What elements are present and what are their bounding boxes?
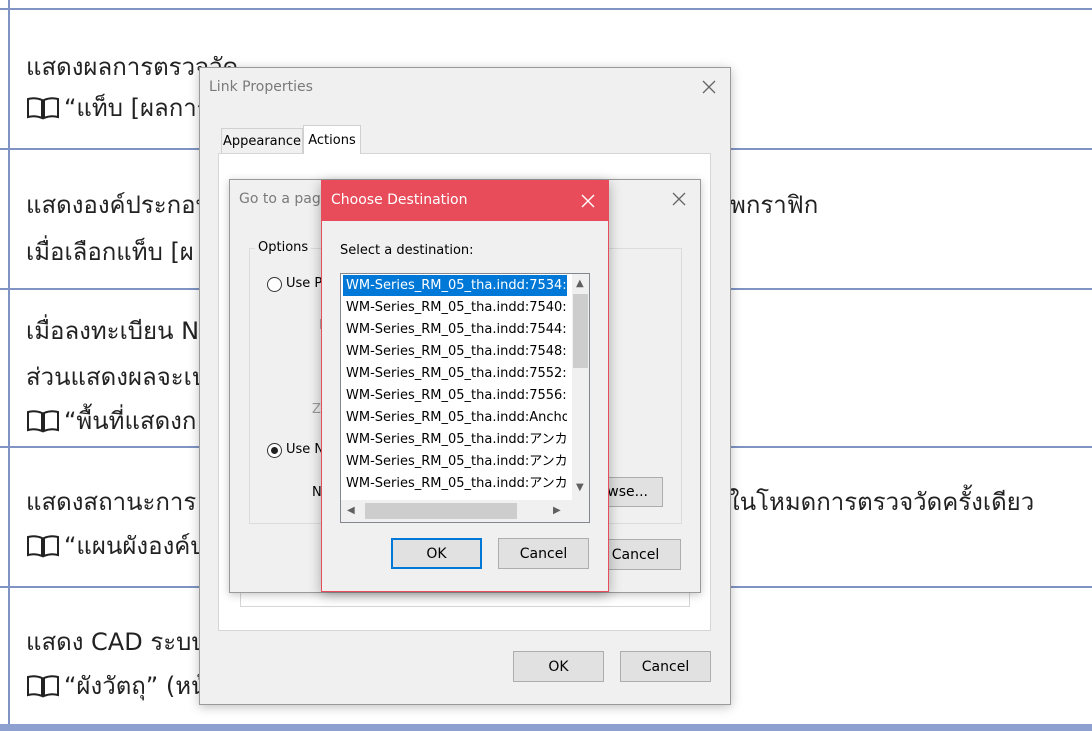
horizontal-scrollbar[interactable]: ◀ ▶ (341, 500, 589, 522)
doc-text-line: “แท็บ [ผลการ (26, 93, 210, 123)
dialog-title: Link Properties (209, 79, 313, 95)
ok-button[interactable]: OK (391, 538, 482, 569)
choose-destination-dialog: Choose Destination Select a destination:… (321, 180, 609, 592)
destination-item[interactable]: WM-Series_RM_05_tha.indd:7544:62 (343, 319, 567, 340)
destination-list[interactable]: WM-Series_RM_05_tha.indd:7534:62 WM-Serie… (340, 273, 590, 523)
destination-item[interactable]: WM-Series_RM_05_tha.indd:7534:62 (343, 275, 567, 296)
doc-text-line: “ผังวัตถุ” (หน้ (26, 671, 207, 701)
book-icon (27, 535, 59, 558)
scroll-up-icon[interactable]: ▲ (576, 278, 584, 290)
table-rule (0, 8, 1092, 10)
doc-text: “ผังวัตถุ” (หน้ (64, 672, 208, 700)
destination-item[interactable]: WM-Series_RM_05_tha.indd:アンカー (343, 451, 567, 472)
tab-appearance[interactable]: Appearance (221, 128, 303, 154)
doc-text: ส่วนแสดงผลจะเป (26, 363, 208, 391)
destination-item[interactable]: WM-Series_RM_05_tha.indd:7540:62 (343, 297, 567, 318)
doc-text-line: “พื้นที่แสดงก (26, 406, 196, 436)
table-bottom-bar (0, 724, 1092, 731)
cancel-button[interactable]: Cancel (620, 651, 711, 682)
close-icon[interactable] (671, 191, 687, 207)
scroll-left-icon[interactable]: ◀ (347, 505, 355, 517)
dialog-title: Go to a page (239, 191, 330, 207)
tab-actions[interactable]: Actions (303, 125, 361, 154)
radio-label: Use N (286, 442, 325, 457)
title-bar: Choose Destination (322, 181, 608, 221)
doc-text-line: “แผนผังองค์บ (26, 531, 206, 561)
destination-item[interactable]: WM-Series_RM_05_tha.indd:7556:62 (343, 385, 567, 406)
select-destination-label: Select a destination: (340, 243, 474, 258)
field-label: Z (312, 402, 321, 417)
doc-text: เมื่อเลือกแท็บ [ผ (26, 238, 194, 266)
doc-text: “แท็บ [ผลการ (64, 94, 210, 122)
close-icon[interactable] (701, 79, 717, 95)
table-rule-vertical (8, 0, 10, 731)
destination-item[interactable]: WM-Series_RM_05_tha.indd:7552:62 (343, 363, 567, 384)
doc-text: แสดงสถานะการ (26, 488, 197, 516)
scroll-thumb[interactable] (573, 294, 588, 368)
doc-text: เมื่อลงทะเบียน N (26, 317, 200, 345)
radio-label: Use P (286, 276, 323, 291)
dialog-title: Choose Destination (331, 192, 468, 208)
doc-text: “พื้นที่แสดงก (64, 407, 197, 435)
cancel-button[interactable]: Cancel (498, 538, 589, 569)
doc-text: “แผนผังองค์บ (64, 532, 206, 560)
scroll-thumb[interactable] (365, 503, 517, 519)
vertical-scrollbar[interactable]: ▲ ▼ (572, 274, 589, 500)
doc-text: ในโหมดการตรวจวัดครั้งเดียว (728, 488, 1035, 516)
doc-text: แสดงองค์ประกอบ (26, 191, 211, 219)
destination-item[interactable]: WM-Series_RM_05_tha.indd:7548:62 (343, 341, 567, 362)
destination-item[interactable]: WM-Series_RM_05_tha.indd:アンカー (343, 429, 567, 450)
book-icon (27, 97, 59, 120)
book-icon (27, 410, 59, 433)
doc-text: แสดง CAD ระบบ (26, 628, 207, 656)
book-icon (27, 675, 59, 698)
doc-text: พกราฟิก (730, 191, 819, 219)
ok-button[interactable]: OK (513, 651, 604, 682)
destination-item[interactable]: WM-Series_RM_05_tha.indd:アンカー (343, 473, 567, 494)
scroll-right-icon[interactable]: ▶ (553, 505, 561, 517)
scroll-down-icon[interactable]: ▼ (576, 482, 584, 494)
close-icon[interactable] (580, 193, 596, 209)
destination-item[interactable]: WM-Series_RM_05_tha.indd:Anchor: (343, 407, 567, 428)
options-label: Options (255, 240, 312, 255)
use-named-destination-radio[interactable] (267, 443, 282, 458)
use-page-radio[interactable] (267, 277, 282, 292)
